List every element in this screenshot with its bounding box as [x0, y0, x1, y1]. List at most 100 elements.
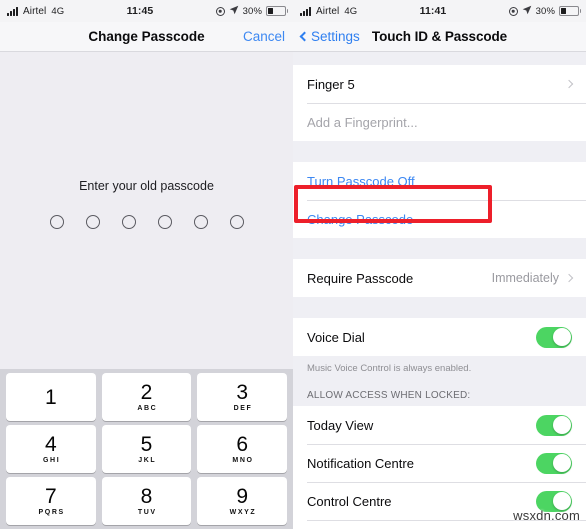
passcode-dot	[193, 215, 208, 229]
network-type-label: 4G	[344, 5, 358, 17]
row-finger-5[interactable]: Finger 5	[293, 65, 586, 103]
key-5[interactable]: 5 JKL	[101, 425, 192, 473]
key-letters: TUV	[137, 509, 157, 516]
right-phone-screen: Airtel 4G 11:41 30% Settings Touch ID & …	[293, 0, 586, 529]
passcode-dot	[85, 215, 100, 229]
key-8[interactable]: 8 TUV	[101, 477, 192, 525]
left-phone-screen: Airtel 4G 11:45 30% Change Passcode Canc…	[0, 0, 293, 529]
cancel-button[interactable]: Cancel	[243, 29, 285, 44]
row-change-passcode[interactable]: Change Passcode	[293, 200, 586, 238]
chevron-left-icon	[299, 31, 310, 42]
key-4[interactable]: 4 GHI	[6, 425, 96, 473]
left-nav-bar: Change Passcode Cancel	[0, 22, 293, 52]
key-letters: JKL	[138, 457, 157, 464]
section-spacer	[293, 141, 586, 162]
battery-icon	[266, 6, 286, 16]
key-number: 6	[236, 433, 249, 456]
battery-percent-label: 30%	[242, 5, 262, 17]
numeric-keypad[interactable]: 1 2 ABC 3 DEF 4 GHI 5 JKL 6 MNO 7 PQRS 8…	[0, 369, 293, 529]
passcode-prompt: Enter your old passcode	[79, 179, 214, 193]
today-view-toggle[interactable]	[536, 414, 572, 436]
keypad-row: 1 2 ABC 3 DEF	[3, 373, 290, 421]
network-type-label: 4G	[51, 5, 65, 17]
key-9[interactable]: 9 WXYZ	[197, 477, 288, 525]
watermark: wsxdn.com	[513, 508, 580, 523]
voice-dial-group: Voice Dial	[293, 318, 586, 356]
chevron-right-icon	[564, 79, 574, 89]
status-time: 11:41	[419, 5, 447, 17]
key-3[interactable]: 3 DEF	[197, 373, 288, 421]
require-passcode-group: Require Passcode Immediately	[293, 259, 586, 297]
chevron-right-icon	[564, 273, 574, 283]
key-letters: DEF	[233, 405, 253, 412]
key-letters: WXYZ	[229, 509, 257, 516]
right-nav-bar: Settings Touch ID & Passcode	[293, 22, 586, 52]
fingerprint-group: Finger 5 Add a Fingerprint...	[293, 65, 586, 141]
key-letters: MNO	[232, 457, 254, 464]
left-status-bar: Airtel 4G 11:45 30%	[0, 0, 293, 22]
row-add-fingerprint[interactable]: Add a Fingerprint...	[293, 103, 586, 141]
allow-access-header: ALLOW ACCESS WHEN LOCKED:	[293, 377, 586, 406]
passcode-dot	[121, 215, 136, 229]
status-left-group: Airtel 4G	[7, 6, 64, 17]
signal-bars-icon	[7, 6, 18, 16]
right-status-bar: Airtel 4G 11:41 30%	[293, 0, 586, 22]
section-spacer	[293, 238, 586, 259]
back-to-settings-button[interactable]: Settings	[299, 29, 360, 44]
settings-list: Finger 5 Add a Fingerprint... Turn Passc…	[293, 52, 586, 529]
status-right-group: 30%	[508, 5, 579, 18]
voice-dial-toggle[interactable]	[536, 326, 572, 348]
signal-bars-icon	[300, 6, 311, 16]
passcode-dot	[157, 215, 172, 229]
key-1[interactable]: 1	[6, 373, 96, 421]
location-arrow-icon	[522, 5, 532, 18]
key-7[interactable]: 7 PQRS	[6, 477, 96, 525]
row-label: Finger 5	[307, 76, 355, 92]
section-spacer	[293, 297, 586, 318]
row-label: Voice Dial	[307, 329, 365, 345]
row-notification-centre[interactable]: Notification Centre	[293, 444, 586, 482]
row-today-view[interactable]: Today View	[293, 406, 586, 444]
key-number: 9	[236, 485, 249, 508]
passcode-entry-body: Enter your old passcode 1 2 ABC 3 DEF 4 …	[0, 52, 293, 529]
key-number: 8	[140, 485, 153, 508]
key-number: 7	[44, 485, 57, 508]
passcode-dot	[49, 215, 64, 229]
row-turn-passcode-off[interactable]: Turn Passcode Off	[293, 162, 586, 200]
status-time: 11:45	[126, 5, 154, 17]
dual-phone-screenshot: Airtel 4G 11:45 30% Change Passcode Canc…	[0, 0, 586, 529]
row-voice-dial[interactable]: Voice Dial	[293, 318, 586, 356]
keypad-row: 7 PQRS 8 TUV 9 WXYZ	[3, 477, 290, 525]
alarm-icon	[215, 6, 225, 16]
key-6[interactable]: 6 MNO	[197, 425, 288, 473]
key-number: 4	[44, 433, 57, 456]
carrier-label: Airtel	[23, 5, 47, 17]
key-number: 3	[236, 381, 249, 404]
battery-icon	[559, 6, 579, 16]
section-spacer	[293, 52, 586, 65]
key-letters: GHI	[43, 457, 61, 464]
row-require-passcode[interactable]: Require Passcode Immediately	[293, 259, 586, 297]
key-letters: PQRS	[38, 509, 65, 516]
location-arrow-icon	[229, 5, 239, 18]
carrier-label: Airtel	[316, 5, 340, 17]
row-label: Today View	[307, 417, 374, 433]
row-label: Require Passcode	[307, 270, 414, 286]
row-label: Add a Fingerprint...	[307, 114, 418, 130]
battery-percent-label: 30%	[535, 5, 555, 17]
status-left-group: Airtel 4G	[300, 6, 357, 17]
notification-centre-toggle[interactable]	[536, 452, 572, 474]
require-passcode-value: Immediately	[491, 271, 559, 285]
key-letters: ABC	[137, 405, 158, 412]
back-label: Settings	[311, 29, 360, 44]
row-label: Turn Passcode Off	[307, 173, 415, 189]
row-label: Control Centre	[307, 493, 392, 509]
key-number: 2	[140, 381, 153, 404]
row-label: Change Passcode	[307, 211, 414, 227]
keypad-row: 4 GHI 5 JKL 6 MNO	[3, 425, 290, 473]
status-right-group: 30%	[215, 5, 286, 18]
key-number: 5	[140, 433, 153, 456]
row-label: Notification Centre	[307, 455, 414, 471]
key-2[interactable]: 2 ABC	[101, 373, 192, 421]
passcode-dot	[229, 215, 244, 229]
